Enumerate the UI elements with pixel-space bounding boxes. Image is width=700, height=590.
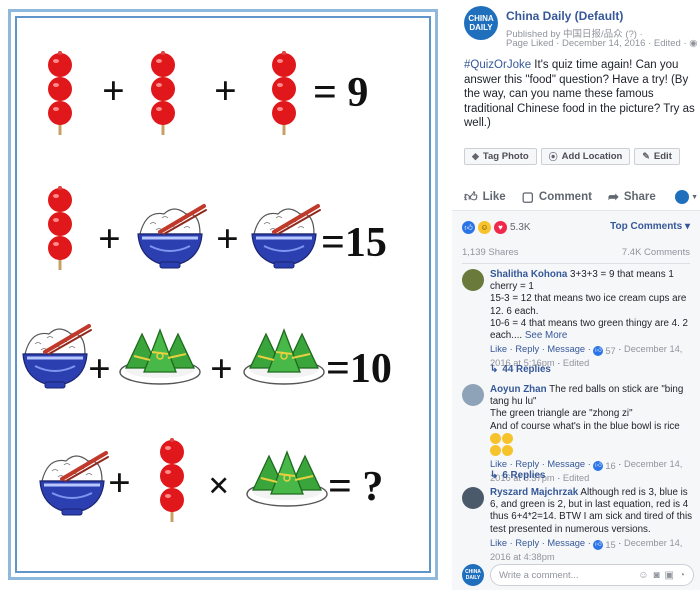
love-reaction-icon: ♥ bbox=[494, 221, 507, 234]
plus-sign: + bbox=[216, 216, 239, 261]
like-reaction-icon: 👍︎ bbox=[593, 346, 604, 357]
engagement-counts: 1,139 Shares 7.4K Comments bbox=[462, 247, 690, 258]
location-icon: ⦿ bbox=[548, 152, 558, 162]
row-2-result: =15 bbox=[321, 220, 387, 266]
comment-message-link[interactable]: Message bbox=[547, 459, 585, 469]
row-3-result: =10 bbox=[326, 346, 392, 392]
like-reaction-icon: 👍︎ bbox=[593, 461, 604, 472]
edit-button[interactable]: ✎ Edit bbox=[634, 148, 680, 165]
camera-icon[interactable]: ◙ bbox=[653, 570, 659, 581]
shares-count[interactable]: 1,139 Shares bbox=[462, 247, 519, 258]
post-timestamp: Page Liked · December 14, 2016 · Edited … bbox=[506, 38, 698, 49]
heart-eyes-emoji-icon bbox=[502, 432, 513, 444]
like-icon: 👍︎ bbox=[464, 189, 478, 204]
heart-eyes-emoji-icon bbox=[490, 432, 501, 444]
reaction-bar: 👍︎ Like ▢ Comment ➦ Share ▼ bbox=[464, 188, 698, 206]
row-4-result: = ? bbox=[328, 464, 383, 510]
comment-like-link[interactable]: Like bbox=[490, 459, 507, 469]
laughing-emoji-icon bbox=[502, 445, 513, 457]
view-replies-link[interactable]: ↳ 6 Replies bbox=[490, 470, 545, 481]
comment-input[interactable]: Write a comment... ☺ ◙ ▣ ◔ bbox=[490, 564, 694, 586]
post-header: CHINA DAILY China Daily (Default) Publish… bbox=[464, 6, 698, 49]
comments-section: 👍︎ ☺ ♥ 5.3K Top Comments ▾ 1,139 Shares … bbox=[452, 210, 700, 590]
commenter-name[interactable]: Ryszard Majchrzak bbox=[490, 487, 578, 498]
divider bbox=[462, 263, 690, 264]
comment-tools: ☺ ◙ ▣ ◔ bbox=[638, 570, 685, 581]
comment-sort-dropdown[interactable]: Top Comments ▾ bbox=[610, 221, 690, 232]
plus-sign: + bbox=[210, 346, 233, 391]
page-mini-avatar bbox=[675, 190, 690, 204]
gif-icon[interactable]: ▣ bbox=[665, 570, 674, 581]
haha-reaction-icon: ☺ bbox=[478, 221, 491, 234]
plus-sign: + bbox=[102, 68, 125, 113]
row-2 bbox=[46, 184, 322, 272]
plus-sign: + bbox=[108, 460, 131, 505]
sticker-icon[interactable]: ◔ bbox=[679, 570, 685, 581]
comment-body: Ryszard Majchrzak Although red is 3, blu… bbox=[490, 487, 693, 562]
page-name-link[interactable]: China Daily (Default) bbox=[506, 9, 623, 23]
heart-eyes-emoji-icon bbox=[490, 445, 501, 457]
globe-icon: ◉ bbox=[689, 38, 698, 49]
comment-button[interactable]: ▢ Comment bbox=[522, 189, 592, 205]
times-sign: × bbox=[208, 465, 230, 507]
reaction-summary[interactable]: 👍︎ ☺ ♥ 5.3K bbox=[462, 221, 531, 234]
comments-count[interactable]: 7.4K Comments bbox=[622, 247, 690, 258]
comment-icon: ▢ bbox=[521, 189, 534, 204]
row-4 bbox=[38, 436, 328, 524]
page-avatar: CHINA DAILY bbox=[462, 564, 484, 586]
hashtag-link[interactable]: #QuizOrJoke bbox=[464, 59, 531, 71]
commenter-name[interactable]: Shalitha Kohona bbox=[490, 269, 567, 280]
avatar[interactable] bbox=[462, 487, 484, 509]
comment-reply-link[interactable]: Reply bbox=[515, 538, 539, 548]
row-1 bbox=[46, 49, 298, 137]
comment-reply-link[interactable]: Reply bbox=[515, 459, 539, 469]
post-as-selector[interactable]: ▼ bbox=[675, 190, 698, 204]
post-text: #QuizOrJoke It's quiz time again! Can yo… bbox=[464, 59, 695, 129]
like-reaction-icon: 👍︎ bbox=[462, 221, 475, 234]
chevron-down-icon: ▼ bbox=[691, 193, 698, 201]
like-button[interactable]: 👍︎ Like bbox=[464, 189, 506, 205]
row-3 bbox=[21, 324, 325, 390]
post-photo[interactable]: + + = 9 + + =15 + + =10 + × = ? bbox=[0, 0, 452, 590]
comment-body: Shalitha Kohona 3+3+3 = 9 that means 1 c… bbox=[490, 269, 694, 369]
pencil-icon: ✎ bbox=[642, 151, 650, 161]
plus-sign: + bbox=[88, 346, 111, 391]
comment-actions: Like · Reply · Message · 👍︎ 15 · December… bbox=[490, 537, 683, 562]
comment-like-link[interactable]: Like bbox=[490, 538, 507, 548]
avatar[interactable] bbox=[462, 384, 484, 406]
comment-reply-link[interactable]: Reply bbox=[515, 344, 539, 354]
view-replies-link[interactable]: ↳ 44 Replies bbox=[490, 364, 551, 375]
see-more-link[interactable]: See More bbox=[525, 330, 567, 341]
quiz-puzzle-graphic: + + = 9 + + =15 + + =10 + × = ? bbox=[21, 49, 392, 524]
reaction-count: 5.3K bbox=[510, 222, 531, 233]
page-avatar[interactable]: CHINA DAILY bbox=[464, 6, 498, 40]
write-comment-row: CHINA DAILY Write a comment... ☺ ◙ ▣ ◔ bbox=[462, 564, 694, 586]
comment-message-link[interactable]: Message bbox=[547, 344, 585, 354]
tag-icon: ◆ bbox=[472, 151, 479, 161]
reply-arrow-icon: ↳ bbox=[490, 470, 499, 481]
like-reaction-icon: 👍︎ bbox=[593, 539, 604, 550]
comment-message-link[interactable]: Message bbox=[547, 538, 585, 548]
avatar[interactable] bbox=[462, 269, 484, 291]
commenter-name[interactable]: Aoyun Zhan bbox=[490, 384, 547, 395]
add-location-button[interactable]: ⦿ Add Location bbox=[540, 148, 631, 165]
plus-sign: + bbox=[214, 68, 237, 113]
comment-like-link[interactable]: Like bbox=[490, 344, 507, 354]
plus-sign: + bbox=[98, 216, 121, 261]
photo-actions: ◆ Tag Photo ⦿ Add Location ✎ Edit bbox=[464, 148, 680, 165]
tag-photo-button[interactable]: ◆ Tag Photo bbox=[464, 148, 537, 165]
share-button[interactable]: ➦ Share bbox=[608, 189, 656, 205]
share-icon: ➦ bbox=[607, 189, 619, 204]
reply-arrow-icon: ↳ bbox=[490, 364, 499, 375]
row-1-result: = 9 bbox=[313, 70, 368, 116]
emoji-icon[interactable]: ☺ bbox=[638, 570, 648, 581]
